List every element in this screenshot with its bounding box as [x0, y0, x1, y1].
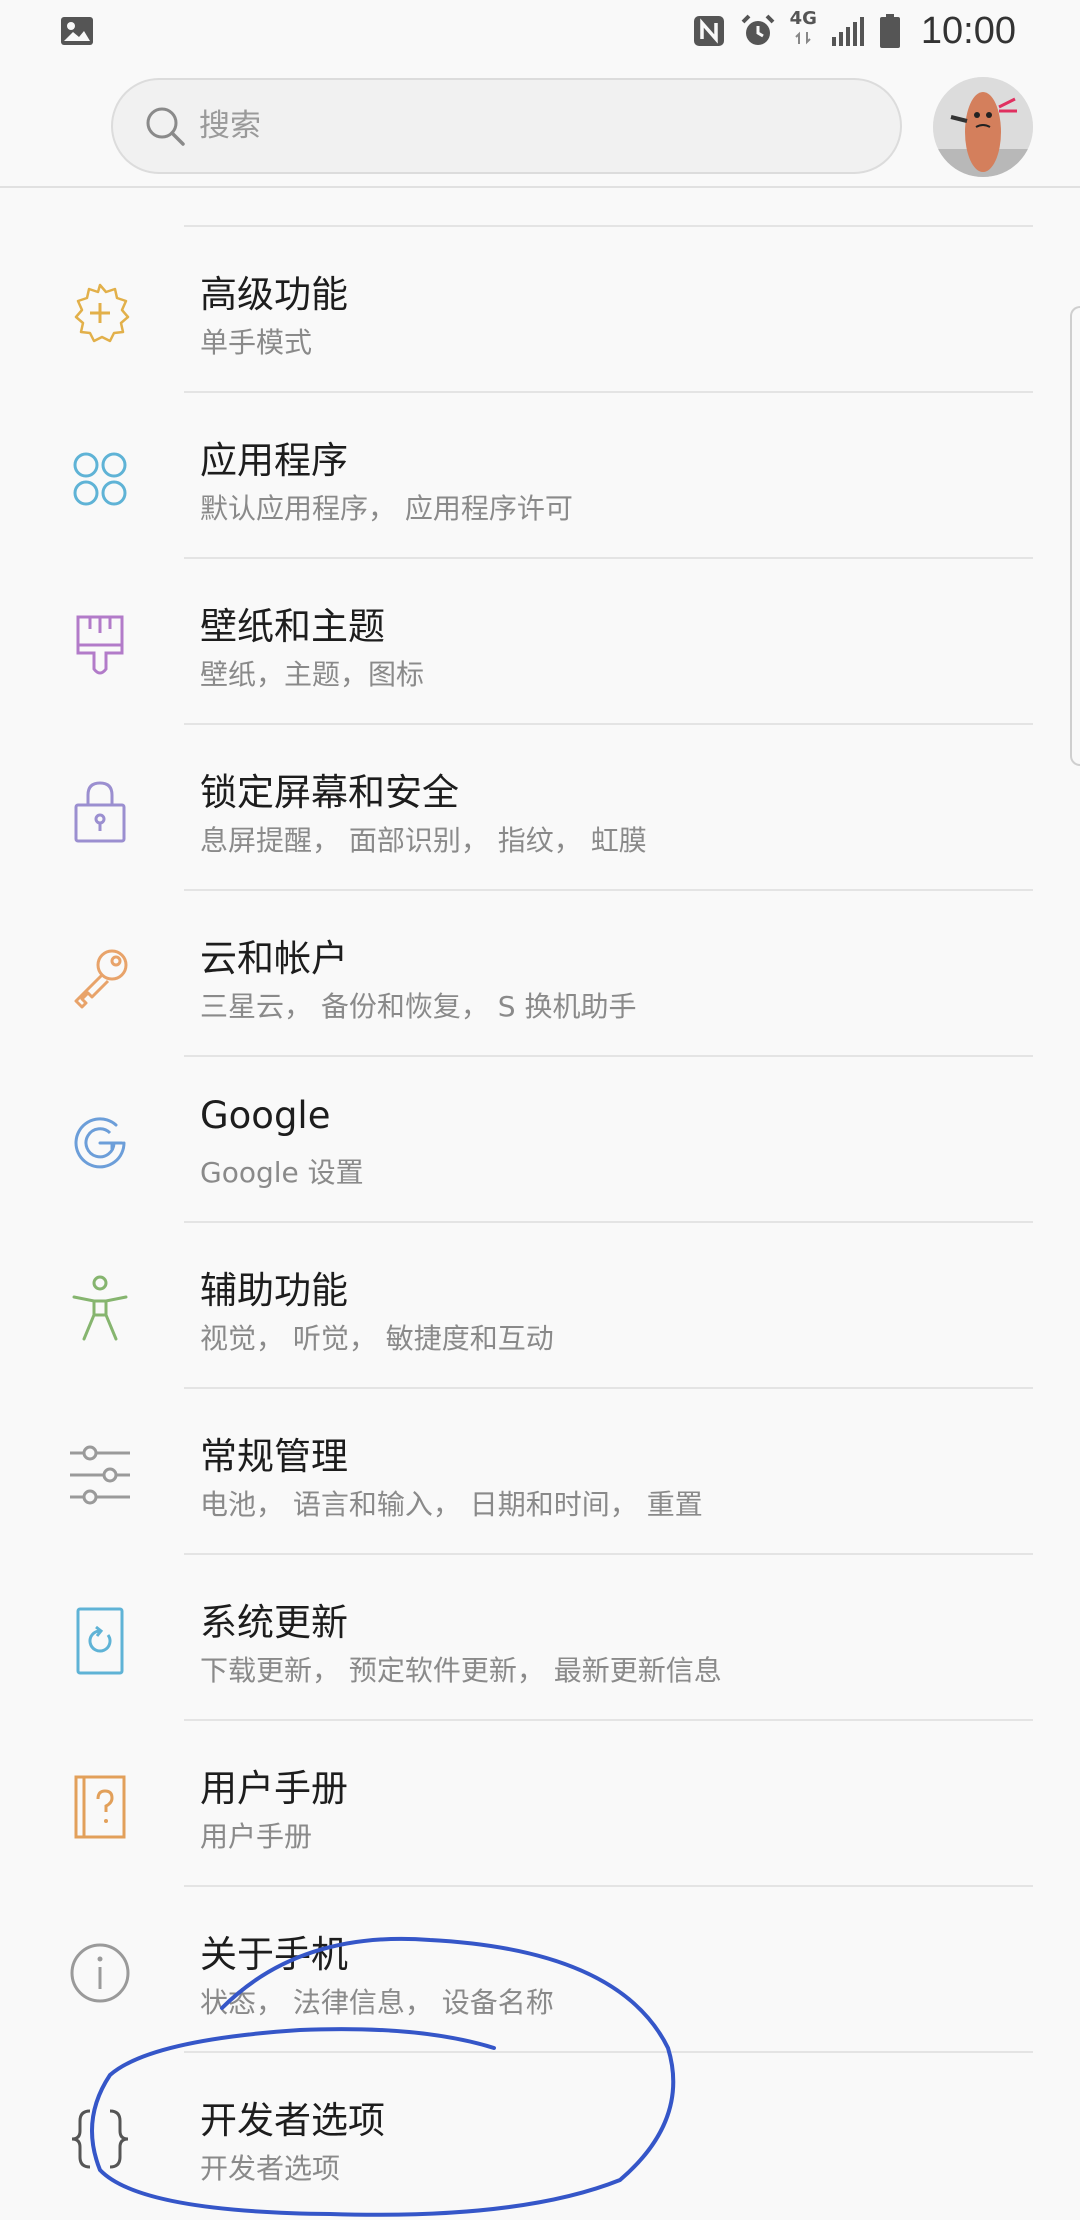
- key-icon: [74, 949, 128, 1009]
- apps-icon: [73, 452, 127, 506]
- gallery-icon: [61, 17, 93, 45]
- info-icon: [70, 1943, 130, 2003]
- item-title: 应用程序: [200, 439, 348, 482]
- paintbrush-icon: [76, 615, 124, 675]
- item-title: 开发者选项: [200, 2099, 385, 2142]
- item-title: 云和帐户: [200, 937, 348, 980]
- item-subtitle: 息屏提醒， 面部识别， 指纹， 虹膜: [200, 824, 647, 857]
- scroll-indicator[interactable]: [1070, 306, 1080, 766]
- item-subtitle: 下载更新， 预定软件更新， 最新更新信息: [200, 1654, 722, 1687]
- system-update-icon: [76, 1607, 124, 1675]
- item-subtitle: 电池， 语言和输入， 日期和时间， 重置: [200, 1488, 703, 1521]
- search-input[interactable]: [199, 108, 799, 144]
- settings-item-system-update[interactable]: 系统更新 下载更新， 预定软件更新， 最新更新信息: [0, 1555, 1080, 1721]
- item-title: 关于手机: [200, 1933, 348, 1976]
- battery-icon: [879, 14, 900, 48]
- settings-item-google[interactable]: Google Google 设置: [0, 1057, 1080, 1223]
- item-subtitle: 三星云， 备份和恢复， S 换机助手: [200, 990, 637, 1023]
- network-type-label: 4G: [789, 8, 817, 29]
- item-title: 锁定屏幕和安全: [200, 771, 459, 814]
- settings-item-wallpaper-themes[interactable]: 壁纸和主题 壁纸，主题，图标: [0, 559, 1080, 725]
- settings-item-about-phone[interactable]: 关于手机 状态， 法律信息， 设备名称: [0, 1887, 1080, 2053]
- item-title: 辅助功能: [200, 1269, 348, 1312]
- item-subtitle: 默认应用程序， 应用程序许可: [200, 492, 573, 525]
- settings-item-user-manual[interactable]: 用户手册 用户手册: [0, 1721, 1080, 1887]
- lock-icon: [74, 781, 126, 843]
- item-title: 系统更新: [200, 1601, 348, 1644]
- avatar-image: [933, 77, 1033, 177]
- nfc-icon: [693, 16, 724, 46]
- item-title: 壁纸和主题: [200, 605, 385, 648]
- data-arrows-icon: [795, 31, 811, 45]
- item-subtitle: 单手模式: [200, 326, 313, 359]
- settings-item-accessibility[interactable]: 辅助功能 视觉， 听觉， 敏捷度和互动: [0, 1223, 1080, 1389]
- settings-item-developer-options[interactable]: 开发者选项 开发者选项: [0, 2053, 1080, 2219]
- item-subtitle: 用户手册: [200, 1820, 313, 1853]
- clock: 10:00: [920, 9, 1016, 52]
- settings-item-lock-screen-security[interactable]: 锁定屏幕和安全 息屏提醒， 面部识别， 指纹， 虹膜: [0, 725, 1080, 891]
- item-subtitle: 开发者选项: [200, 2152, 341, 2185]
- accessibility-icon: [72, 1275, 128, 1341]
- status-bar: 4G 10:00: [0, 0, 1080, 62]
- item-title: 高级功能: [200, 273, 348, 316]
- settings-item-advanced-features[interactable]: 高级功能 单手模式: [0, 227, 1080, 393]
- item-subtitle: Google 设置: [200, 1156, 364, 1189]
- item-title: 常规管理: [200, 1435, 348, 1478]
- item-subtitle: 壁纸，主题，图标: [200, 658, 425, 691]
- item-title: Google: [200, 1094, 331, 1137]
- manual-icon: [74, 1775, 126, 1839]
- settings-item-cloud-accounts[interactable]: 云和帐户 三星云， 备份和恢复， S 换机助手: [0, 891, 1080, 1057]
- alarm-icon: [741, 14, 775, 45]
- braces-icon: [71, 2109, 129, 2169]
- settings-item-apps[interactable]: 应用程序 默认应用程序， 应用程序许可: [0, 393, 1080, 559]
- gear-plus-icon: [74, 283, 130, 343]
- profile-avatar[interactable]: [933, 77, 1033, 177]
- settings-item-general-management[interactable]: 常规管理 电池， 语言和输入， 日期和时间， 重置: [0, 1389, 1080, 1555]
- signal-icon: [831, 17, 864, 46]
- item-title: 用户手册: [200, 1767, 348, 1810]
- item-subtitle: 视觉， 听觉， 敏捷度和互动: [200, 1322, 554, 1355]
- search-bar[interactable]: [111, 78, 902, 174]
- item-subtitle: 状态， 法律信息， 设备名称: [200, 1986, 554, 2019]
- sliders-icon: [70, 1445, 130, 1505]
- search-icon: [146, 107, 185, 146]
- header: [0, 62, 1080, 188]
- google-icon: [74, 1117, 126, 1169]
